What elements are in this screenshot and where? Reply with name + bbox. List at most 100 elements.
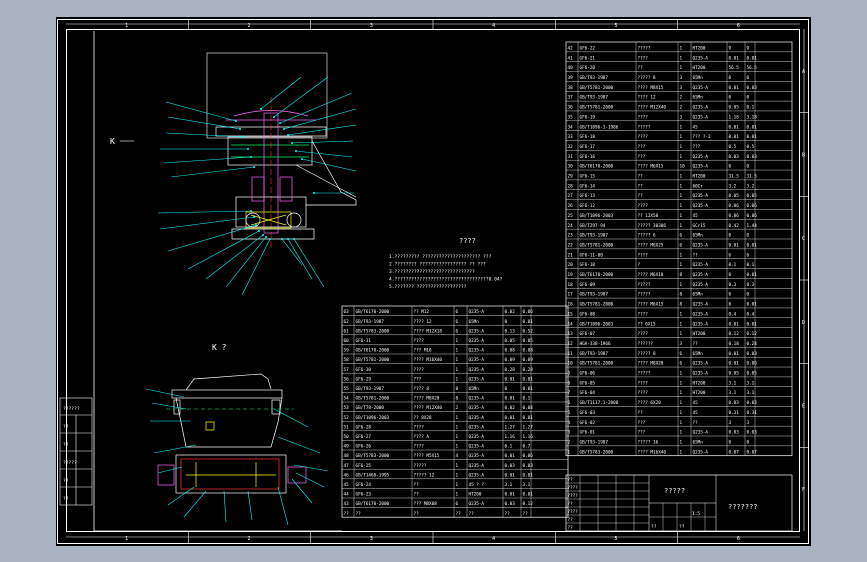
- bom-cell: 0.06: [747, 203, 758, 209]
- bom-cell: HT200: [469, 492, 482, 498]
- leader-dot: [291, 142, 293, 144]
- bom-cell: 0: [747, 164, 750, 170]
- bom-cell: ????: [638, 380, 649, 386]
- bom-cell: 45: [693, 213, 699, 219]
- bom-cell: HT200: [693, 65, 706, 71]
- bom-cell: 1: [680, 65, 683, 71]
- zone-label-top: 3: [370, 23, 373, 29]
- bom-cell: 0.1: [747, 105, 755, 111]
- bom-cell: GB/T93-1987: [580, 95, 609, 101]
- zone-label-right: C: [802, 236, 805, 242]
- bom-cell: GF6-05: [580, 380, 596, 386]
- bom-cell: GB/T5781-2000: [356, 396, 390, 402]
- scale-value: 1:5: [692, 511, 700, 517]
- bom-cell: GF6-28: [356, 424, 372, 430]
- bom-cell: 45 ? ?: [469, 482, 485, 488]
- bom-cell: GF6-06: [580, 371, 596, 377]
- leader-line: [223, 490, 227, 523]
- leader-dot: [281, 238, 283, 240]
- bom-cell: 18: [568, 282, 574, 288]
- bom-cell: 0.01: [729, 321, 740, 327]
- bom-cell: 0.12: [747, 331, 758, 337]
- bom-cell: 0.06: [747, 361, 758, 367]
- bom-cell: 0.01: [505, 453, 516, 459]
- bom-cell: 0.03: [747, 351, 758, 357]
- bom-cell: 63: [344, 309, 350, 315]
- bom-cell: 30: [568, 164, 574, 170]
- zone-label-top: 4: [492, 23, 495, 29]
- bom-cell: ??: [638, 193, 644, 199]
- bom-cell: GF6-29: [356, 376, 372, 382]
- bom-cell: 65Mn: [693, 95, 704, 101]
- title-cell: ??: [568, 501, 574, 507]
- bom-cell: Q235-A: [693, 55, 709, 61]
- bom-cell: 65Mn: [693, 75, 704, 81]
- bom-cell: ?? M12: [414, 309, 430, 315]
- zone-label-right: B: [802, 153, 805, 159]
- bom-cell: 50: [344, 434, 350, 440]
- bom-cell: 1: [680, 420, 683, 426]
- bom-cell: 0.01: [747, 272, 758, 278]
- bom-cell: 6: [680, 233, 683, 239]
- bom-cell: 0.02: [505, 405, 516, 411]
- bom-cell: ??: [344, 511, 350, 517]
- bom-cell: 60: [344, 338, 350, 344]
- bom-cell: 0.05: [747, 371, 758, 377]
- bom-cell: 36: [568, 105, 574, 111]
- leader-dot: [293, 238, 295, 240]
- bom-cell: ??: [523, 511, 529, 517]
- leader-dot: [265, 236, 267, 238]
- zone-label-top: 1: [125, 23, 128, 29]
- bom-cell: HT200: [693, 45, 706, 51]
- bom-cell: ??: [414, 482, 420, 488]
- bom-cell: 0.12: [523, 501, 534, 507]
- leader-dot: [287, 238, 289, 240]
- bom-cell: GF6-19: [580, 114, 596, 120]
- drawing-name: ?????: [664, 487, 685, 495]
- bom-cell: 1: [680, 449, 683, 455]
- bom-cell: 0: [729, 75, 732, 81]
- bom-cell: 1: [680, 400, 683, 406]
- bom-cell: 1: [456, 424, 459, 430]
- bom-cell: 0.28: [523, 367, 534, 373]
- bom-cell: 42: [568, 45, 574, 51]
- bom-cell: ??: [469, 511, 475, 517]
- bom-cell: 0.01: [523, 472, 534, 478]
- bom-cell: 33: [568, 134, 574, 140]
- bom-cell: 55: [344, 386, 350, 392]
- bom-cell: 0.03: [729, 430, 740, 436]
- bom-cell: GB/T93-1987: [580, 439, 609, 445]
- leader-line: [293, 464, 329, 472]
- bom-cell: Q235-A: [469, 453, 485, 459]
- bom-cell: 0.06: [729, 203, 740, 209]
- bom-cell: 8: [680, 272, 683, 278]
- bom-cell: ???: [638, 144, 646, 150]
- bom-cell: Q235-A: [469, 405, 485, 411]
- leader-line: [287, 238, 313, 280]
- bom-cell: ??: [638, 183, 644, 189]
- bom-cell: 3.2: [729, 183, 737, 189]
- bom-cell: 0.31: [729, 410, 740, 416]
- title-cell: ????: [568, 509, 579, 515]
- bom-cell: 65Mn: [693, 233, 704, 239]
- bom-cell: 6: [456, 309, 459, 315]
- bom-cell: 1: [680, 183, 683, 189]
- bom-cell: ???: [638, 154, 646, 160]
- bom-cell: Q235-A: [693, 154, 709, 160]
- bom-cell: 1: [456, 472, 459, 478]
- leader-line: [151, 402, 187, 410]
- bom-cell: 3.1: [523, 482, 531, 488]
- bom-cell: Q235-A: [693, 242, 709, 248]
- bom-cell: Q235-A: [469, 376, 485, 382]
- bom-cell: ??????: [638, 341, 654, 347]
- bom-cell: 3: [680, 85, 683, 91]
- zone-label-top: 5: [615, 23, 618, 29]
- bom-cell: 0.12: [729, 331, 740, 337]
- title-cell: ??: [568, 525, 574, 531]
- bom-cell: 8: [456, 386, 459, 392]
- bom-cell: 62: [344, 319, 350, 325]
- leader-line: [157, 210, 252, 214]
- leader-dot: [313, 192, 315, 194]
- bom-cell: ??: [638, 174, 644, 180]
- bom-cell: Q235-A: [693, 105, 709, 111]
